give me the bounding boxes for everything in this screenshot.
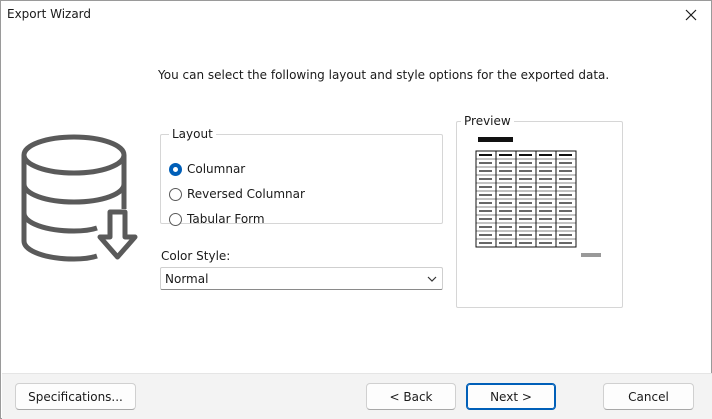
radio-reversed-columnar-indicator[interactable] xyxy=(169,187,182,201)
preview-group: Preview xyxy=(456,114,623,308)
close-icon xyxy=(685,9,697,21)
radio-tabular-form-label: Tabular Form xyxy=(187,212,265,226)
radio-columnar-label: Columnar xyxy=(187,162,246,176)
radio-columnar[interactable]: Columnar xyxy=(169,162,245,176)
layout-group: Layout Columnar Reversed Columnar Tabula… xyxy=(160,127,443,226)
color-style-select[interactable]: Normal xyxy=(160,267,443,290)
layout-legend: Layout xyxy=(172,127,213,141)
next-button[interactable]: Next > xyxy=(466,383,556,410)
window-title: Export Wizard xyxy=(7,7,92,21)
cancel-button[interactable]: Cancel xyxy=(603,383,694,410)
radio-tabular-form-indicator[interactable] xyxy=(169,212,182,226)
close-button[interactable] xyxy=(679,5,703,25)
export-wizard-window: Export Wizard You can select the followi… xyxy=(0,0,712,419)
chevron-down-icon xyxy=(422,276,442,282)
radio-tabular-form[interactable]: Tabular Form xyxy=(169,212,265,226)
radio-reversed-columnar[interactable]: Reversed Columnar xyxy=(169,187,305,201)
color-style-value: Normal xyxy=(165,271,209,286)
preview-legend: Preview xyxy=(464,114,511,128)
radio-columnar-indicator[interactable] xyxy=(169,162,182,176)
title-bar: Export Wizard xyxy=(1,1,711,29)
radio-reversed-columnar-label: Reversed Columnar xyxy=(187,187,305,201)
specifications-button[interactable]: Specifications... xyxy=(15,383,136,410)
color-style-label: Color Style: xyxy=(161,249,231,263)
database-export-icon xyxy=(21,134,138,262)
intro-text: You can select the following layout and … xyxy=(158,68,610,82)
back-button[interactable]: < Back xyxy=(366,383,456,410)
